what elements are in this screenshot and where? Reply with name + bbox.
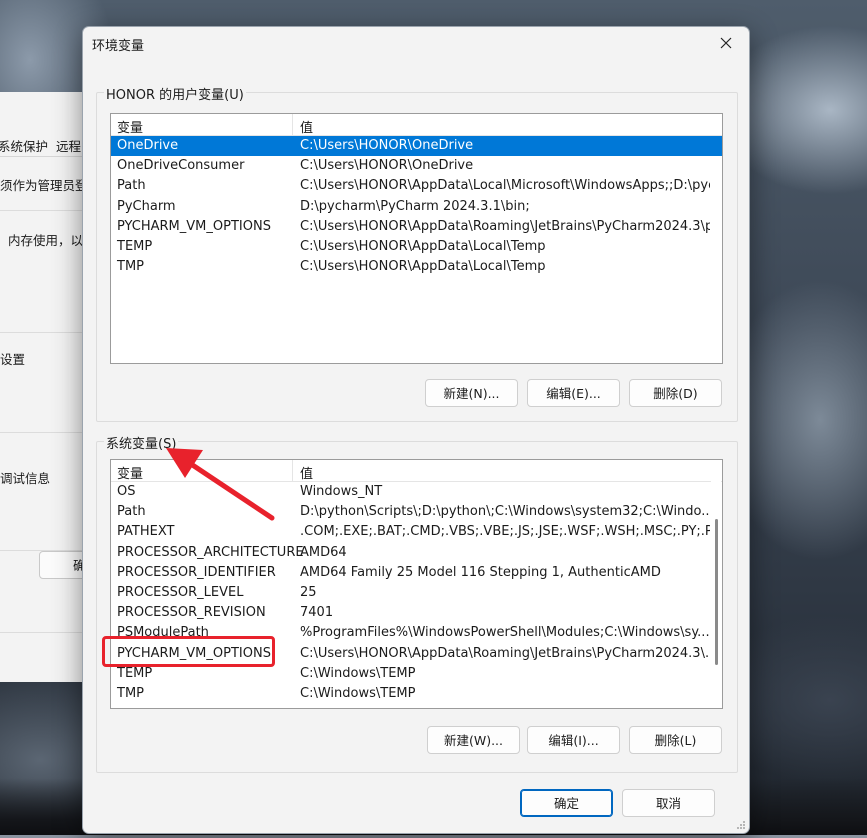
variable-value: C:\Windows\TEMP — [300, 685, 416, 701]
divider — [0, 210, 84, 211]
variable-value: D:\pycharm\PyCharm 2024.3.1\bin; — [300, 198, 530, 214]
system-variables-group: 系统变量(S) 变量 值 OS Windows_NT Path D:\pytho… — [96, 433, 738, 773]
system-edit-button[interactable]: 编辑(I)... — [527, 726, 620, 754]
user-variables-label: HONOR 的用户变量(U) — [104, 84, 246, 103]
variable-name: Path — [117, 504, 146, 520]
close-icon — [720, 37, 732, 49]
close-button[interactable] — [703, 27, 749, 59]
variable-value: AMD64 — [300, 544, 347, 560]
variable-value: C:\Users\HONOR\OneDrive — [300, 158, 474, 174]
variable-value: 7401 — [300, 605, 334, 621]
variable-value: C:\Users\HONOR\AppData\Roaming\JetBrains… — [300, 218, 710, 234]
variable-value: C:\Users\HONOR\AppData\Roaming\JetBrains… — [300, 645, 710, 661]
variable-value: C:\Users\HONOR\AppData\Local\Microsoft\W… — [300, 178, 710, 194]
system-delete-button[interactable]: 删除(L) — [629, 726, 722, 754]
user-edit-button[interactable]: 编辑(E)... — [527, 379, 620, 407]
system-variables-label: 系统变量(S) — [104, 433, 179, 452]
highlight-box — [102, 636, 275, 667]
resize-grip-icon[interactable] — [736, 820, 746, 830]
user-new-button[interactable]: 新建(N)... — [425, 379, 518, 407]
variable-value: C:\Users\HONOR\AppData\Local\Temp — [300, 259, 546, 275]
variable-name: TMP — [117, 259, 144, 275]
divider — [0, 632, 84, 633]
ok-button[interactable]: 确定 — [520, 789, 613, 817]
profile-settings-text: 设置 — [0, 352, 26, 367]
variable-value: D:\python\Scripts\;D:\python\;C:\Windows… — [300, 504, 710, 520]
variable-value: Windows_NT — [300, 484, 383, 499]
list-item[interactable]: OneDrive C:\Users\HONOR\OneDrive — [111, 136, 722, 157]
performance-text: 内存使用，以 — [8, 233, 84, 248]
variable-name: PyCharm — [117, 198, 176, 214]
system-properties-tabs: 系统保护 远程 — [0, 132, 84, 157]
system-variables-list[interactable]: 变量 值 OS Windows_NT Path D:\python\Script… — [110, 459, 723, 709]
variable-name: PROCESSOR_REVISION — [117, 605, 266, 621]
variable-name: PROCESSOR_LEVEL — [117, 584, 244, 600]
list-item[interactable]: PROCESSOR_LEVEL 25 — [111, 583, 722, 603]
list-item[interactable]: TMP C:\Users\HONOR\AppData\Local\Temp — [111, 257, 722, 277]
list-item[interactable]: PROCESSOR_ARCHITECTURE AMD64 — [111, 543, 722, 563]
list-item[interactable]: TEMP C:\Users\HONOR\AppData\Local\Temp — [111, 237, 722, 257]
column-header-value[interactable]: 值 — [300, 463, 313, 482]
list-item[interactable]: OneDriveConsumer C:\Users\HONOR\OneDrive — [111, 156, 722, 176]
divider — [0, 332, 84, 333]
list-item[interactable]: PROCESSOR_REVISION 7401 — [111, 603, 722, 623]
divider — [0, 432, 84, 433]
vertical-scrollbar[interactable] — [711, 461, 721, 707]
variable-name: OneDriveConsumer — [117, 158, 245, 174]
list-item[interactable]: Path D:\python\Scripts\;D:\python\;C:\Wi… — [111, 502, 722, 522]
variable-name: PROCESSOR_ARCHITECTURE — [117, 544, 304, 560]
variable-value: C:\Users\HONOR\OneDrive — [300, 138, 474, 153]
variable-name: PYCHARM_VM_OPTIONS — [117, 218, 271, 234]
list-header: 变量 值 — [111, 460, 722, 482]
list-item[interactable]: PyCharm D:\pycharm\PyCharm 2024.3.1\bin; — [111, 197, 722, 217]
list-item[interactable]: PYCHARM_VM_OPTIONS C:\Users\HONOR\AppDat… — [111, 217, 722, 237]
variable-name: PATHEXT — [117, 524, 175, 540]
variable-value: C:\Windows\TEMP — [300, 665, 416, 681]
tab-remote[interactable]: 远程 — [56, 136, 81, 155]
tab-system-protection[interactable]: 系统保护 — [0, 136, 48, 155]
column-header-value[interactable]: 值 — [300, 117, 313, 136]
list-header: 变量 值 — [111, 114, 722, 136]
variable-name: OS — [117, 484, 136, 499]
cancel-button[interactable]: 取消 — [622, 789, 715, 817]
column-separator[interactable] — [292, 114, 293, 135]
scrollbar-thumb[interactable] — [715, 519, 718, 665]
list-item[interactable]: PATHEXT .COM;.EXE;.BAT;.CMD;.VBS;.VBE;.J… — [111, 522, 722, 542]
variable-value: C:\Users\HONOR\AppData\Local\Temp — [300, 238, 546, 254]
user-delete-button[interactable]: 删除(D) — [629, 379, 722, 407]
dialog-title: 环境变量 — [92, 39, 145, 54]
admin-note: 须作为管理员登 — [0, 178, 85, 193]
user-variables-group: HONOR 的用户变量(U) 变量 值 OneDrive C:\Users\HO… — [96, 84, 738, 422]
debug-info-text: 调试信息 — [0, 471, 51, 486]
user-variables-list[interactable]: 变量 值 OneDrive C:\Users\HONOR\OneDrive On… — [110, 113, 723, 364]
environment-variables-dialog: 环境变量 HONOR 的用户变量(U) 变量 值 OneDrive C:\Use… — [82, 26, 750, 834]
variable-name: Path — [117, 178, 146, 194]
list-item[interactable]: Path C:\Users\HONOR\AppData\Local\Micros… — [111, 176, 722, 196]
variable-name: TMP — [117, 685, 144, 701]
variable-name: OneDrive — [117, 138, 179, 153]
list-item[interactable]: TMP C:\Windows\TEMP — [111, 684, 722, 704]
list-item[interactable]: OS Windows_NT — [111, 482, 722, 502]
system-properties-window: 系统保护 远程 须作为管理员登 内存使用，以 设置 调试信息 — [0, 92, 85, 682]
variable-value: AMD64 Family 25 Model 116 Stepping 1, Au… — [300, 564, 661, 580]
list-item[interactable]: PROCESSOR_IDENTIFIER AMD64 Family 25 Mod… — [111, 563, 722, 583]
variable-value: 25 — [300, 584, 317, 600]
variable-value: .COM;.EXE;.BAT;.CMD;.VBS;.VBE;.JS;.JSE;.… — [300, 524, 710, 540]
variable-name: TEMP — [117, 238, 153, 254]
variable-name: PROCESSOR_IDENTIFIER — [117, 564, 276, 580]
column-separator[interactable] — [292, 460, 293, 481]
column-header-variable[interactable]: 变量 — [117, 117, 143, 136]
system-new-button[interactable]: 新建(W)... — [427, 726, 520, 754]
column-header-variable[interactable]: 变量 — [117, 463, 143, 482]
variable-value: %ProgramFiles%\WindowsPowerShell\Modules… — [300, 625, 710, 641]
